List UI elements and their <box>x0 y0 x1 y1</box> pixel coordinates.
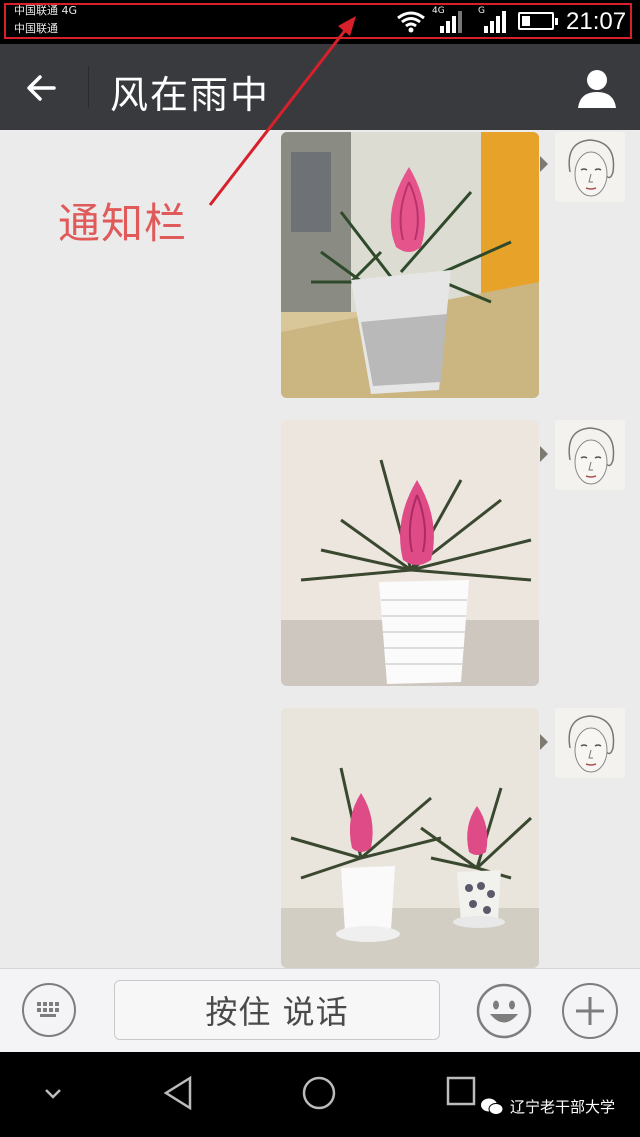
bubble-tip <box>540 446 548 462</box>
chevron-down-icon[interactable] <box>40 1084 66 1104</box>
recents-square-icon[interactable] <box>444 1074 478 1108</box>
hold-to-talk-button[interactable]: 按住 说话 <box>114 980 440 1040</box>
wechat-logo-icon <box>481 1098 504 1115</box>
flower-photo-3 <box>281 708 539 968</box>
chat-input-bar: 按住 说话 <box>0 968 640 1052</box>
more-button[interactable] <box>562 983 618 1039</box>
sketch-face-avatar <box>568 715 615 773</box>
avatar[interactable] <box>555 420 625 490</box>
avatar[interactable] <box>555 708 625 778</box>
keyboard-icon <box>37 1002 59 1017</box>
back-triangle-icon[interactable] <box>162 1074 196 1112</box>
sketch-face-avatar <box>568 427 615 485</box>
watermark: 辽宁老干部大学 <box>480 1096 615 1117</box>
image-message[interactable] <box>281 420 539 686</box>
keyboard-button[interactable] <box>22 983 76 1037</box>
annotation-label: 通知栏 <box>58 199 188 248</box>
bubble-tip <box>540 734 548 750</box>
plus-icon <box>576 997 604 1025</box>
system-nav-bar: 辽宁老干部大学 <box>0 1052 640 1137</box>
watermark-text: 辽宁老干部大学 <box>510 1098 616 1116</box>
home-circle-icon[interactable] <box>300 1074 338 1112</box>
smiley-icon[interactable] <box>476 983 532 1039</box>
image-message[interactable] <box>281 708 539 968</box>
flower-photo-2 <box>281 420 539 686</box>
